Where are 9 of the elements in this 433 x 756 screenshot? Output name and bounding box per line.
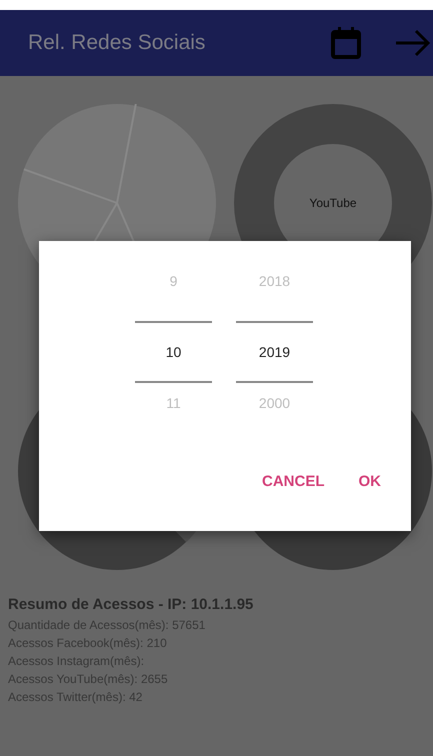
calendar-icon[interactable]	[331, 27, 361, 59]
arrow-right-icon[interactable]	[395, 29, 431, 57]
picker-value[interactable]: 2019	[236, 321, 313, 383]
summary-title: Resumo de Acessos - IP: 10.1.1.95	[8, 596, 254, 613]
picker-value[interactable]: 10	[135, 321, 212, 383]
app-title: Rel. Redes Sociais	[28, 31, 206, 55]
chart-label: YouTube	[309, 196, 357, 210]
dialog-button[interactable]: OK	[348, 465, 391, 498]
dialog-button[interactable]: CANCEL	[252, 465, 334, 498]
